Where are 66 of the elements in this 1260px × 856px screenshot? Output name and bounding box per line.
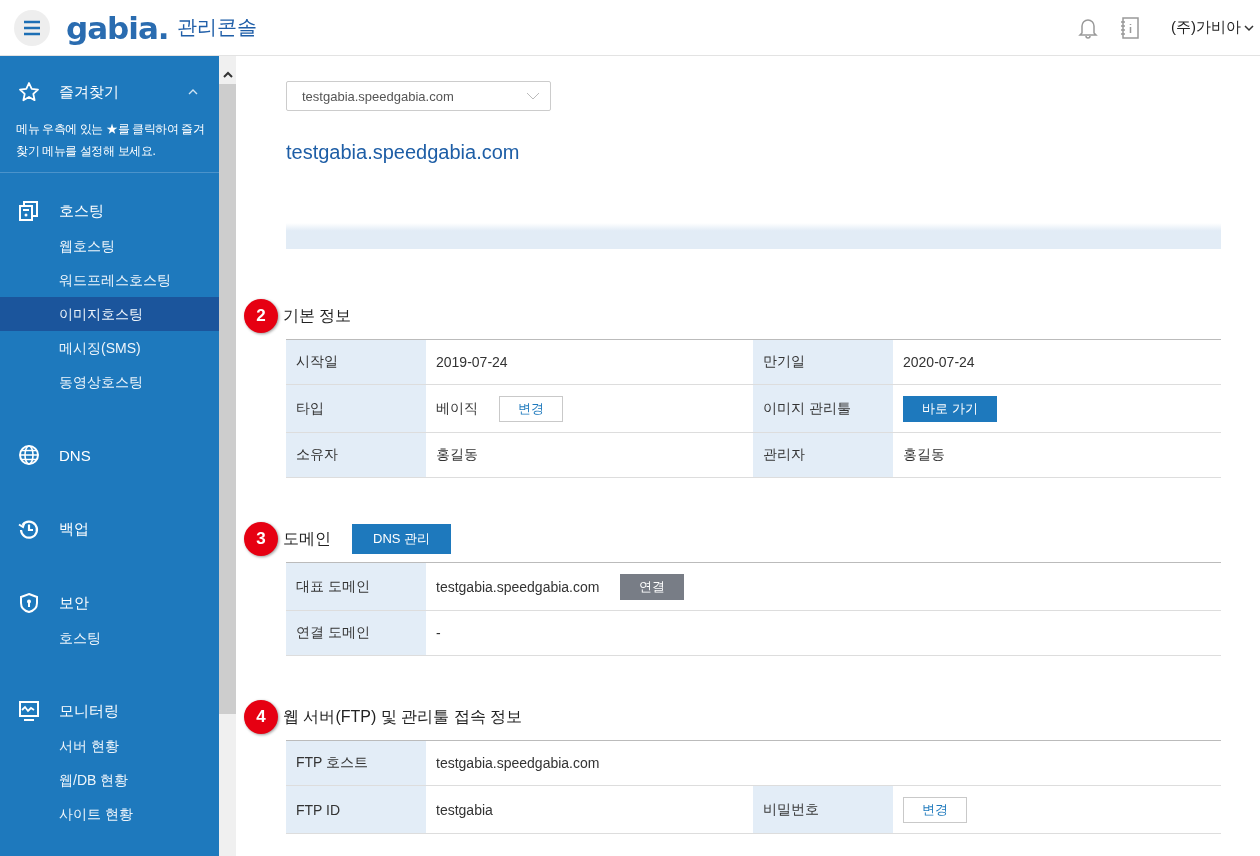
sidebar-item[interactable]: 이미지호스팅 xyxy=(0,297,219,331)
scroll-thumb[interactable] xyxy=(219,84,236,714)
action-button[interactable]: 바로 가기 xyxy=(903,395,997,422)
value-text: - xyxy=(436,625,441,641)
sidebar-item[interactable]: 호스팅 xyxy=(0,621,219,655)
value-text: testgabia xyxy=(436,801,493,818)
label-cell: 비밀번호 xyxy=(753,786,893,833)
menu-button[interactable] xyxy=(14,9,50,46)
sidebar-group-label[interactable]: 호스팅 xyxy=(59,201,104,221)
label-cell: 대표 도메인 xyxy=(286,563,426,610)
section-title: 기본 정보 xyxy=(283,305,352,326)
favorites-hint: 메뉴 우측에 있는 ★를 클릭하여 즐겨찾기 메뉴를 설정해 보세요. xyxy=(16,121,206,160)
sidebar-item[interactable]: 웹호스팅 xyxy=(0,229,219,263)
step-number-badge: 4 xyxy=(244,700,278,734)
sidebar-item[interactable]: 서버 현황 xyxy=(0,729,219,763)
notebook-icon[interactable] xyxy=(1119,15,1141,40)
section-title: 도메인 xyxy=(283,528,331,549)
value-text: 베이직 xyxy=(436,399,478,418)
sidebar-item[interactable]: 워드프레스호스팅 xyxy=(0,263,219,297)
menu-icon xyxy=(22,19,42,36)
step-number-badge: 2 xyxy=(244,299,278,333)
chevron-down-icon xyxy=(526,92,540,100)
label-cell: FTP 호스트 xyxy=(286,741,426,785)
account-menu[interactable]: (주)가비아 xyxy=(1171,18,1254,37)
sidebar-group-label[interactable]: 보안 xyxy=(59,593,89,613)
globe-icon xyxy=(18,444,40,466)
service-select[interactable]: testgabia.speedgabia.com xyxy=(286,81,551,111)
shield-icon xyxy=(18,592,40,614)
value-text: 홍길동 xyxy=(903,446,945,464)
favorites-label[interactable]: 즐겨찾기 xyxy=(59,82,119,102)
sidebar-item[interactable]: 웹/DB 현황 xyxy=(0,763,219,797)
page-title: testgabia.speedgabia.com xyxy=(286,141,521,165)
sidebar-item[interactable]: 동영상호스팅 xyxy=(0,365,219,399)
hosting-icon xyxy=(18,200,40,222)
action-button[interactable]: 변경 xyxy=(499,395,563,422)
label-cell: 소유자 xyxy=(286,433,426,477)
monitor-icon xyxy=(18,700,40,722)
label-cell: 만기일 xyxy=(753,340,893,384)
dns-manage-button[interactable]: DNS 관리 xyxy=(352,524,452,554)
value-text: testgabia.speedgabia.com xyxy=(436,755,600,771)
label-cell: 이미지 관리툴 xyxy=(753,385,893,432)
sidebar-group-label[interactable]: 백업 xyxy=(59,519,89,539)
chevron-up-icon[interactable] xyxy=(187,88,199,96)
sidebar-group-label[interactable]: 모니터링 xyxy=(59,701,119,721)
value-text: 홍길동 xyxy=(436,446,478,464)
logo[interactable]: gabia. xyxy=(66,9,169,46)
history-icon xyxy=(18,518,40,540)
label-cell: FTP ID xyxy=(286,786,426,833)
value-text: 2020-07-24 xyxy=(903,354,975,370)
label-cell: 관리자 xyxy=(753,433,893,477)
chevron-down-icon xyxy=(1244,23,1254,32)
section-title: 웹 서버(FTP) 및 관리툴 접속 정보 xyxy=(283,706,523,727)
sidebar-item[interactable]: 사이트 현황 xyxy=(0,797,219,831)
sidebar-item[interactable]: 메시징(SMS) xyxy=(0,331,219,365)
label-cell: 연결 도메인 xyxy=(286,611,426,655)
label-cell: 시작일 xyxy=(286,340,426,384)
label-cell: 타입 xyxy=(286,385,426,432)
scroll-up-icon[interactable] xyxy=(221,70,234,78)
action-button[interactable]: 연결 xyxy=(620,573,685,600)
value-text: 2019-07-24 xyxy=(436,354,508,370)
value-text: testgabia.speedgabia.com xyxy=(436,578,600,595)
action-button[interactable]: 변경 xyxy=(903,796,967,823)
console-title: 관리콘솔 xyxy=(176,15,257,40)
star-icon xyxy=(18,81,40,103)
sidebar-group-label[interactable]: DNS xyxy=(59,446,91,464)
step-number-badge: 3 xyxy=(244,522,278,556)
